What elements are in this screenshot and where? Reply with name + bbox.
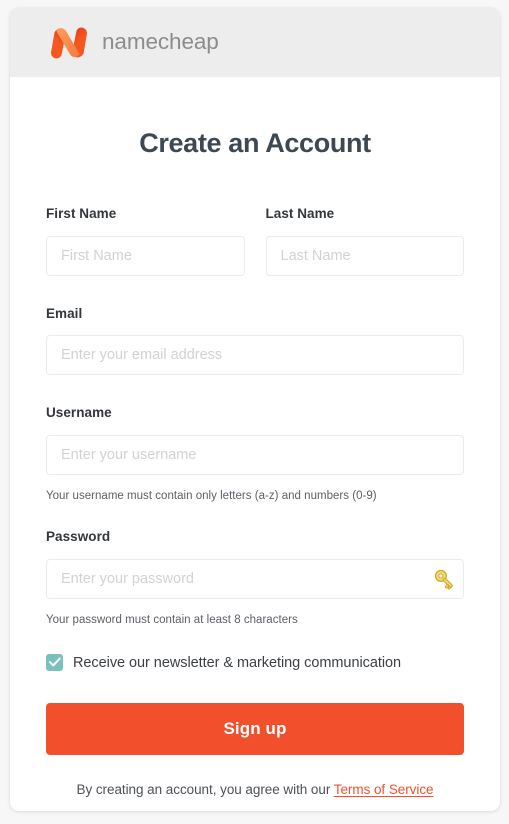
password-input[interactable] <box>46 558 464 599</box>
email-group: Email <box>46 307 464 376</box>
namecheap-wordmark: namecheap <box>102 29 219 55</box>
name-row: First Name Last Name <box>46 207 464 276</box>
card-body: Create an Account First Name Last Name E… <box>10 77 500 811</box>
namecheap-logo-mark <box>51 27 87 58</box>
username-group: Username Your username must contain only… <box>46 406 464 502</box>
last-name-input[interactable] <box>265 235 464 276</box>
signup-card: namecheap Create an Account First Name L… <box>10 8 500 811</box>
email-label: Email <box>46 305 83 321</box>
newsletter-label[interactable]: Receive our newsletter & marketing commu… <box>73 656 401 671</box>
password-group: Password Your password must contain at l… <box>46 530 464 626</box>
terms-line: By creating an account, you agree with o… <box>46 783 464 797</box>
newsletter-checkbox[interactable] <box>46 654 63 672</box>
terms-of-service-link[interactable]: Terms of Service <box>334 782 434 797</box>
username-input[interactable] <box>46 434 464 475</box>
namecheap-logo[interactable]: namecheap <box>47 26 219 60</box>
first-name-group: First Name <box>46 207 245 276</box>
card-header: namecheap <box>10 8 500 77</box>
checkmark-icon <box>48 657 61 667</box>
last-name-label: Last Name <box>265 206 335 222</box>
username-hint: Your username must contain only letters … <box>46 489 377 502</box>
last-name-group: Last Name <box>265 206 464 276</box>
first-name-input[interactable] <box>46 235 245 276</box>
terms-text: By creating an account, you agree with o… <box>76 782 331 798</box>
email-input[interactable] <box>46 335 464 376</box>
username-label: Username <box>46 405 112 421</box>
sign-up-button[interactable]: Sign up <box>46 703 464 756</box>
first-name-label: First Name <box>46 206 117 222</box>
newsletter-checkbox-row[interactable]: Receive our newsletter & marketing commu… <box>46 654 464 672</box>
password-label: Password <box>46 529 111 545</box>
key-icon[interactable] <box>430 565 458 593</box>
password-hint: Your password must contain at least 8 ch… <box>46 613 298 626</box>
password-input-wrapper <box>46 558 464 599</box>
page-title: Create an Account <box>139 128 371 158</box>
